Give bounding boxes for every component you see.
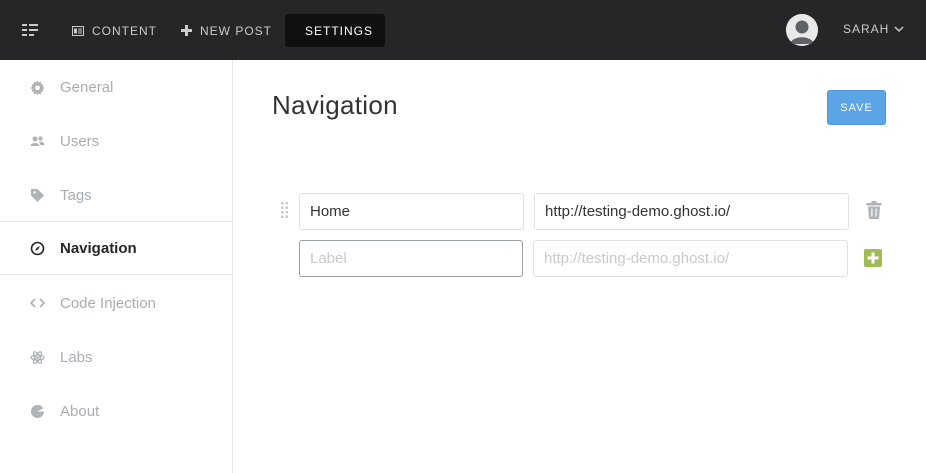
settings-sidebar: General Users Tags Navigation Code Injec… <box>0 60 233 473</box>
sidebar-item-label: Users <box>60 132 100 150</box>
nav-new-post-button[interactable]: New Post <box>169 14 284 47</box>
sidebar-item-general[interactable]: General <box>0 60 232 114</box>
sidebar-item-label: Navigation <box>60 239 137 257</box>
sidebar-item-label: About <box>60 402 100 420</box>
save-button[interactable]: SAVE <box>827 90 886 125</box>
sidebar-item-labs[interactable]: Labs <box>0 330 232 384</box>
sidebar-item-label: Code Injection <box>60 294 156 312</box>
sidebar-item-navigation[interactable]: Navigation <box>0 221 232 275</box>
sidebar-item-tags[interactable]: Tags <box>0 168 232 222</box>
content-icon <box>72 25 84 36</box>
user-avatar[interactable] <box>786 14 818 46</box>
plus-icon <box>181 25 192 36</box>
atom-icon <box>29 349 45 365</box>
sidebar-item-about[interactable]: About <box>0 384 232 438</box>
code-icon <box>29 295 45 311</box>
new-nav-item-url-input[interactable] <box>533 240 848 277</box>
ghost-icon <box>29 403 45 419</box>
sidebar-item-users[interactable]: Users <box>0 114 232 168</box>
nav-item-label-input[interactable] <box>299 193 524 230</box>
nav-new-post-label: New Post <box>200 23 273 38</box>
tag-icon <box>29 187 45 203</box>
nav-item-url-input[interactable] <box>534 193 849 230</box>
sidebar-item-label: General <box>60 78 114 96</box>
user-menu[interactable]: SARAH <box>843 22 904 36</box>
drag-handle-icon[interactable] <box>281 202 289 218</box>
users-icon <box>29 133 45 149</box>
sidebar-toggle-icon[interactable] <box>20 20 40 40</box>
top-navigation-bar: Content New Post Settings SARAH <box>0 0 926 60</box>
chevron-down-icon <box>894 25 904 32</box>
nav-content-label: Content <box>92 23 157 38</box>
page-title: Navigation <box>272 90 398 120</box>
new-nav-item-label-input[interactable] <box>299 240 523 277</box>
gear-icon <box>29 79 45 95</box>
sidebar-item-code-injection[interactable]: Code Injection <box>0 276 232 330</box>
nav-content-button[interactable]: Content <box>60 14 169 47</box>
sidebar-item-label: Tags <box>60 186 92 204</box>
nav-settings-label: Settings <box>305 23 374 38</box>
trash-icon[interactable] <box>866 201 882 219</box>
compass-icon <box>29 240 45 256</box>
add-icon[interactable] <box>864 249 882 267</box>
nav-settings-button[interactable]: Settings <box>285 14 385 47</box>
user-name: SARAH <box>843 22 890 36</box>
sidebar-item-label: Labs <box>60 348 93 366</box>
